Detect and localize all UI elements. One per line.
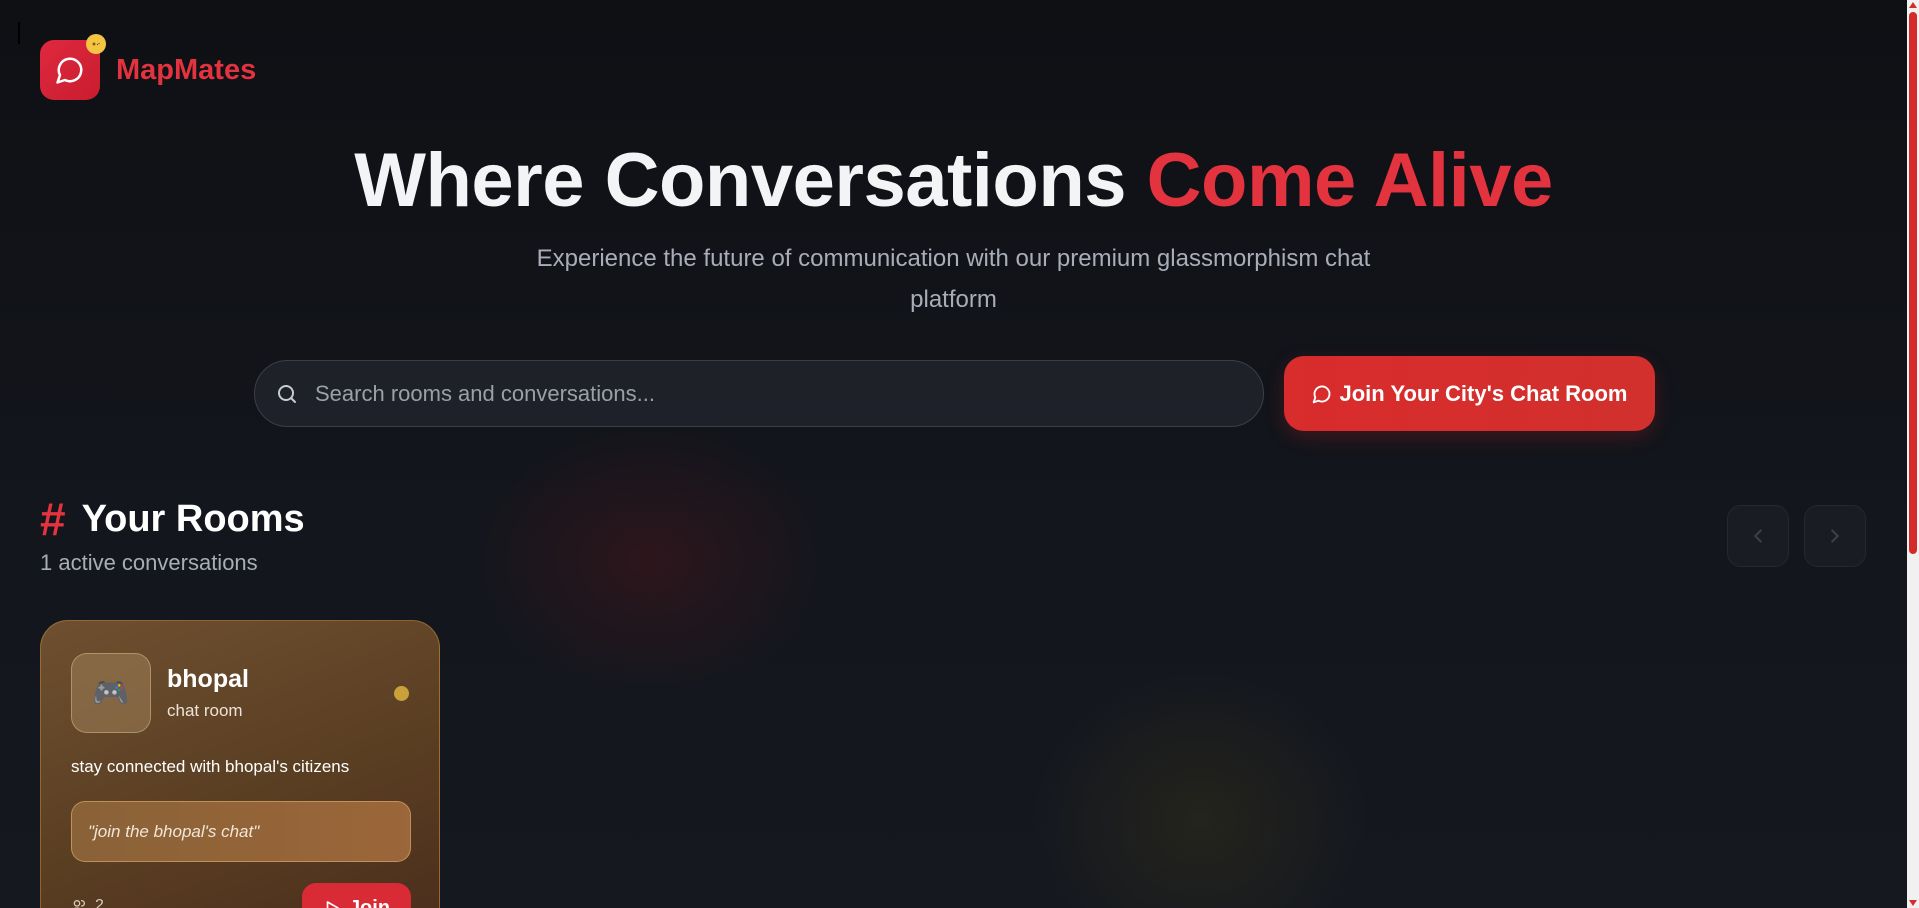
chat-bubble-icon bbox=[1312, 385, 1330, 403]
text-cursor bbox=[18, 22, 20, 44]
join-room-button[interactable]: Join bbox=[302, 883, 411, 908]
rooms-count: 1 active conversations bbox=[40, 550, 258, 575]
users-icon bbox=[73, 900, 85, 908]
rooms-title: Your Rooms bbox=[81, 497, 305, 540]
chat-bubble-icon bbox=[56, 57, 83, 84]
carousel-prev-button[interactable] bbox=[1727, 505, 1789, 567]
app-name: MapMates bbox=[116, 53, 257, 86]
rooms-heading: # Your Rooms bbox=[40, 492, 305, 546]
chevron-right-icon bbox=[1831, 529, 1839, 543]
room-type: chat room bbox=[167, 701, 243, 720]
room-name: bhopal bbox=[167, 665, 249, 693]
play-icon bbox=[326, 901, 339, 908]
logo-mark bbox=[40, 34, 106, 100]
room-avatar: 🎮 bbox=[71, 653, 151, 733]
scroll-up-arrow-icon[interactable] bbox=[1909, 2, 1917, 8]
scrollbar-thumb[interactable] bbox=[1909, 12, 1917, 554]
status-indicator bbox=[394, 686, 409, 701]
room-card[interactable]: 🎮 bhopal chat room stay connected with b… bbox=[40, 620, 440, 908]
search-icon bbox=[278, 384, 296, 403]
hero-title-main: Where Conversations bbox=[354, 138, 1147, 223]
hero-title: Where Conversations Come Alive bbox=[0, 137, 1907, 224]
hero-title-accent: Come Alive bbox=[1146, 138, 1554, 223]
gamepad-icon bbox=[92, 42, 100, 46]
gamepad-icon: 🎮 bbox=[92, 676, 130, 710]
room-quote: "join the bhopal's chat" bbox=[71, 801, 411, 862]
logo-badge bbox=[86, 34, 106, 54]
hash-icon: # bbox=[40, 493, 66, 545]
join-city-label: Join Your City's Chat Room bbox=[1339, 380, 1628, 406]
room-description: stay connected with bhopal's citizens bbox=[71, 757, 350, 776]
scroll-down-arrow-icon[interactable] bbox=[1909, 900, 1917, 906]
room-members: 2 bbox=[71, 897, 104, 908]
hero-subtitle: Experience the future of communication w… bbox=[536, 245, 1371, 313]
search-bar[interactable] bbox=[254, 360, 1264, 427]
scrollbar[interactable] bbox=[1907, 0, 1919, 908]
chevron-left-icon bbox=[1754, 529, 1762, 543]
member-count: 2 bbox=[95, 897, 104, 908]
app-logo[interactable]: MapMates bbox=[40, 34, 257, 100]
join-city-chat-button[interactable]: Join Your City's Chat Room bbox=[1284, 356, 1655, 431]
search-input[interactable] bbox=[315, 380, 1263, 407]
carousel-next-button[interactable] bbox=[1804, 505, 1866, 567]
join-room-label: Join bbox=[348, 896, 391, 908]
